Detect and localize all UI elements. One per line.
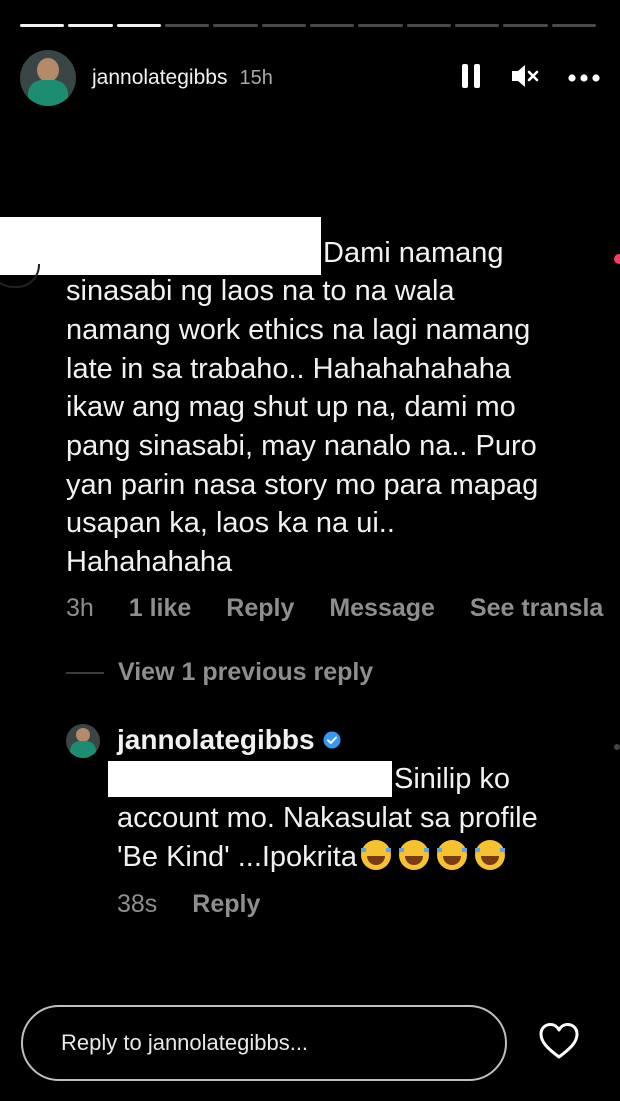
comment-line: Dami namang <box>323 237 504 269</box>
comment-meta: 3h 1 like Reply Message See transla <box>66 594 620 623</box>
heart-icon[interactable] <box>538 1022 580 1065</box>
comment-time: 3h <box>66 594 94 622</box>
comment-line: Hahahahaha <box>66 546 233 578</box>
comment-line: ikaw ang mag shut up na, dami mo <box>66 391 516 423</box>
laughing-emoji-icon <box>398 840 429 870</box>
progress-segment <box>213 24 258 27</box>
reply-line: account mo. Nakasulat sa profile <box>117 802 538 834</box>
view-previous-replies[interactable]: View 1 previous reply <box>66 658 373 687</box>
pause-icon[interactable] <box>460 62 482 95</box>
reply-line: Sinilip ko <box>394 763 511 795</box>
story-edge-indicator <box>614 254 620 264</box>
thread-line <box>66 671 104 674</box>
progress-segment <box>116 24 161 27</box>
progress-segment <box>406 24 451 27</box>
laughing-emoji-icon <box>436 840 467 870</box>
comment-line: yan parin nasa story mo para mapag <box>66 469 539 501</box>
comment-line: pang sinasabi, may nanalo na.. Puro <box>66 430 537 462</box>
reply-reply-button[interactable]: Reply <box>192 890 260 918</box>
progress-segment <box>68 24 113 27</box>
more-horizontal-icon[interactable] <box>568 69 600 87</box>
laughing-emoji-icon <box>474 840 505 870</box>
comment-line: usapan ka, laos ka na ui.. <box>66 507 395 539</box>
progress-segment <box>164 24 210 27</box>
reply-meta: 38s Reply <box>117 890 288 919</box>
story-progress-bar <box>20 24 596 27</box>
avatar[interactable] <box>20 50 76 106</box>
progress-segment <box>503 24 548 27</box>
comment-line: sinasabi ng laos na to na wala <box>66 275 455 307</box>
story-time: 15h <box>239 66 273 89</box>
reply-username[interactable]: jannolategibbs <box>117 724 341 756</box>
muted-speaker-icon[interactable] <box>510 62 540 95</box>
redacted-name-box <box>0 217 321 275</box>
progress-segment <box>551 24 596 27</box>
reply-button[interactable]: Reply <box>226 594 294 622</box>
verified-badge-icon <box>323 724 341 756</box>
story-header: jannolategibbs 15h <box>20 48 600 108</box>
like-count[interactable]: 1 like <box>129 594 192 622</box>
reply-username-text[interactable]: jannolategibbs <box>117 724 315 756</box>
comment-line: namang work ethics na lagi namang <box>66 314 531 346</box>
progress-segment <box>358 24 403 27</box>
reply-line-with-emoji: 'Be Kind' ...Ipokrita <box>117 838 505 877</box>
laughing-emoji-icon <box>360 840 391 870</box>
progress-segment <box>454 24 500 27</box>
progress-segment <box>309 24 355 27</box>
redacted-mention-box <box>108 761 392 797</box>
comment-line: late in sa trabaho.. Hahahahahaha <box>66 353 512 385</box>
story-reply-box[interactable] <box>21 1005 507 1081</box>
reply-time: 38s <box>117 890 158 918</box>
reply-more-dot <box>614 744 620 750</box>
reply-avatar[interactable] <box>66 724 100 758</box>
reply-line: 'Be Kind' ...Ipokrita <box>117 841 357 873</box>
view-previous-label[interactable]: View 1 previous reply <box>118 658 373 687</box>
message-button[interactable]: Message <box>329 594 435 622</box>
commenter-avatar-edge <box>0 264 40 288</box>
progress-segment <box>20 24 65 27</box>
story-reply-input[interactable] <box>59 1029 483 1057</box>
story-username[interactable]: jannolategibbs <box>92 66 227 90</box>
see-translation-button[interactable]: See transla <box>470 594 603 622</box>
progress-segment <box>261 24 306 27</box>
